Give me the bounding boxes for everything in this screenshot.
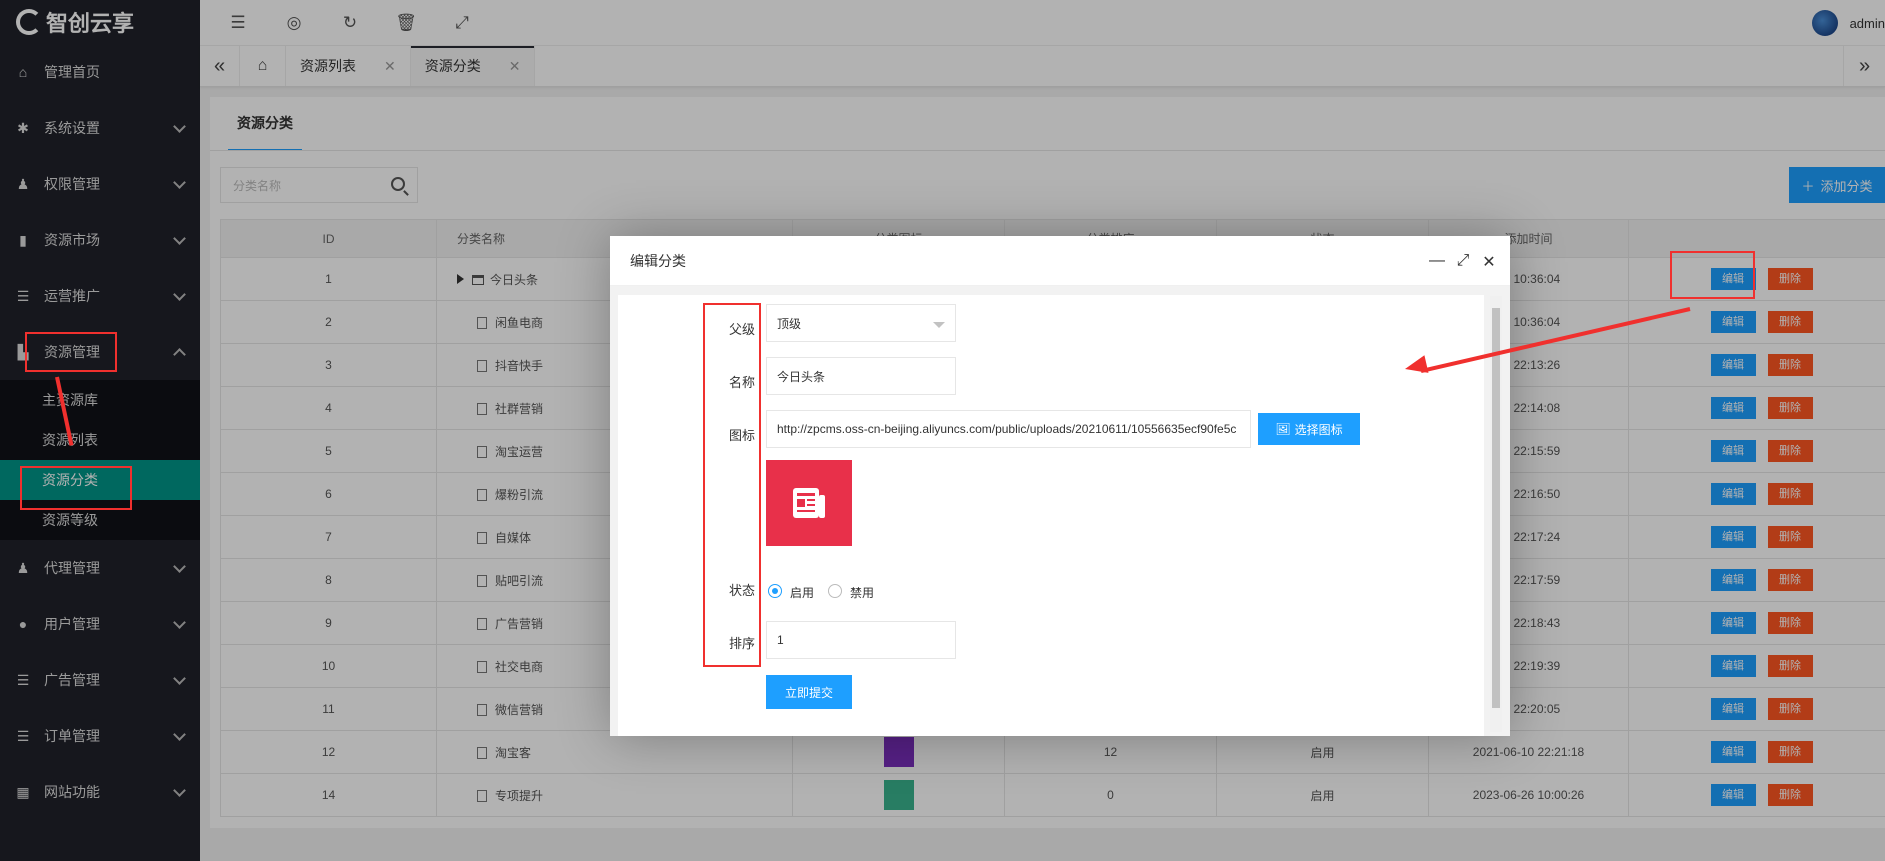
annotation-box-category-item (20, 466, 132, 510)
sort-field[interactable]: 1 (766, 621, 956, 659)
icon-url-field[interactable]: http://zpcms.oss-cn-beijing.aliyuncs.com… (766, 410, 1251, 448)
minimize-icon[interactable]: — (1428, 252, 1446, 270)
name-field[interactable]: 今日头条 (766, 357, 956, 395)
close-icon[interactable]: ✕ (1480, 252, 1498, 272)
annotation-box-form-labels (703, 303, 761, 667)
annotation-box-resource-menu (25, 332, 117, 372)
submit-label: 立即提交 (784, 685, 833, 700)
chevron-down-icon (933, 322, 945, 328)
name-value: 今日头条 (777, 369, 826, 384)
parent-value: 顶级 (777, 316, 802, 331)
dialog-title: 编辑分类 (630, 252, 686, 269)
submit-button[interactable]: 立即提交 (766, 675, 852, 709)
dialog-header: 编辑分类 (610, 236, 1510, 286)
dialog-scrollbar[interactable] (1490, 296, 1502, 732)
status-disable-label[interactable]: 禁用 (850, 584, 874, 601)
icon-preview (766, 460, 852, 546)
pick-icon-button[interactable]: 🖼 选择图标 (1258, 413, 1360, 445)
status-enable-label[interactable]: 启用 (790, 584, 814, 601)
annotation-box-edit-button (1670, 251, 1755, 299)
pick-icon-label: 选择图标 (1294, 422, 1343, 437)
parent-select[interactable]: 顶级 (766, 304, 956, 342)
news-icon (793, 488, 825, 518)
image-icon: 🖼 (1275, 422, 1291, 436)
sort-value: 1 (777, 633, 784, 647)
scrollbar-thumb[interactable] (1492, 308, 1500, 708)
maximize-icon[interactable]: ⤢ (1454, 252, 1472, 270)
icon-url-value: http://zpcms.oss-cn-beijing.aliyuncs.com… (777, 422, 1237, 436)
status-enable-radio[interactable] (768, 584, 782, 598)
status-disable-radio[interactable] (828, 584, 842, 598)
